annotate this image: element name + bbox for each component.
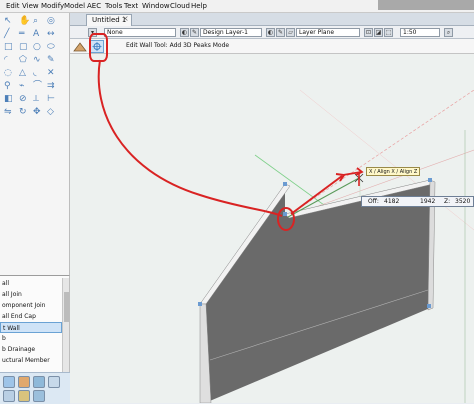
freehand-tool-icon[interactable]: ✎ (47, 55, 58, 65)
wall-edit-mode-icon[interactable] (73, 40, 87, 53)
list-item[interactable]: all End Cap (0, 311, 62, 322)
layer-edit-icon[interactable]: ✎ (276, 28, 285, 37)
menu-cloud[interactable]: Cloud (170, 2, 190, 10)
resource-panel: all all Join omponent Join all End Cap t… (0, 275, 70, 404)
door-style-icon[interactable] (3, 390, 15, 402)
menu-tools[interactable]: Tools (105, 2, 122, 10)
fillet-tool-icon[interactable]: ⌒ (33, 81, 44, 91)
layer-visibility-icon[interactable]: ◐ (266, 28, 275, 37)
offset-value: 4182 (384, 198, 400, 205)
title-bar-block (378, 0, 474, 10)
menu-window[interactable]: Window (142, 2, 170, 10)
z-value: 3520 (455, 198, 471, 205)
list-item[interactable]: all Join (0, 289, 62, 300)
view-bar: ▾ None ◐ ✎ Design Layer-1 ◐ ✎ ▱ Layer Pl… (70, 26, 474, 39)
trim-tool-icon[interactable]: ⟂ (33, 94, 44, 104)
mode-hint-text: Edit Wall Tool: Add 3D Peaks Mode (126, 42, 230, 49)
projection-icon[interactable]: ⬚ (384, 28, 393, 37)
stair-style-icon[interactable] (48, 376, 60, 388)
document-tab-bar: Untitled 1 × (70, 13, 474, 26)
roof-style-icon[interactable] (33, 376, 45, 388)
oval-tool-icon[interactable]: ⬭ (47, 42, 58, 52)
list-item-selected[interactable]: t Wall (0, 322, 62, 333)
class-visibility-icon[interactable]: ◐ (180, 28, 189, 37)
list-item[interactable]: all (0, 278, 62, 289)
offset-label: Off: (368, 198, 379, 205)
scale-select[interactable]: 1:50 (400, 28, 440, 37)
move-tool-icon[interactable]: ✥ (33, 107, 44, 117)
text-tool-icon[interactable]: A (33, 29, 44, 39)
rectangle-tool-icon[interactable]: □ (4, 42, 15, 52)
class-edit-icon[interactable]: ✎ (190, 28, 199, 37)
class-options-icon[interactable]: ▾ (88, 28, 97, 37)
dimension-tool-icon[interactable]: ↔ (47, 29, 58, 39)
scrollbar-thumb[interactable] (64, 292, 69, 322)
menu-text[interactable]: Text (124, 2, 138, 10)
menu-bar: Edit View Modify Model AEC Tools Text Wi… (0, 0, 474, 13)
triangle-tool-icon[interactable]: △ (19, 68, 30, 78)
resource-icon-strip (0, 372, 70, 404)
quarter-arc-tool-icon[interactable]: ◟ (33, 68, 44, 78)
list-item[interactable]: b Drainage (0, 344, 62, 355)
add-3d-peaks-mode-icon[interactable] (90, 40, 104, 53)
view-options-icon[interactable]: ⊡ (364, 28, 373, 37)
offset-tool-icon[interactable]: ⇉ (47, 81, 58, 91)
list-item[interactable]: omponent Join (0, 300, 62, 311)
connect-tool-icon[interactable]: ⊢ (47, 94, 58, 104)
menu-help[interactable]: Help (191, 2, 207, 10)
tool-palette: ↖ ✋ ⌕ ◎ ╱ ═ A ↔ □ ▢ ○ ⬭ ◜ ⬠ ∿ ✎ ◌ △ ◟ ✕ … (0, 13, 70, 275)
rotate-tool-icon[interactable]: ↻ (19, 107, 30, 117)
class-select[interactable]: None (104, 28, 176, 37)
list-item[interactable]: uctural Member (0, 355, 62, 366)
wall-style-icon[interactable] (3, 376, 15, 388)
slab-style-icon[interactable] (18, 376, 30, 388)
zoom-options-icon[interactable]: ⌕ (444, 28, 453, 37)
wall-edit-mode-glyph (73, 42, 87, 52)
drawing-canvas[interactable] (70, 54, 474, 403)
zoom-tool-icon[interactable]: ⌕ (33, 16, 44, 26)
z-label: Z: (444, 198, 451, 205)
arc-tool-icon[interactable]: ◜ (4, 55, 15, 65)
double-line-tool-icon[interactable]: ═ (19, 29, 30, 39)
plane-icon[interactable]: ▱ (286, 28, 295, 37)
menu-aec[interactable]: AEC (87, 2, 101, 10)
attribute-tool-icon[interactable]: ⌁ (19, 81, 30, 91)
line-tool-icon[interactable]: ╱ (4, 29, 15, 39)
menu-modify[interactable]: Modify (41, 2, 64, 10)
rounded-rect-tool-icon[interactable]: ▢ (19, 42, 30, 52)
pan-tool-icon[interactable]: ✋ (19, 16, 30, 26)
polyline-tool-icon[interactable]: ∿ (33, 55, 44, 65)
reshape-tool-icon[interactable]: ◇ (47, 107, 58, 117)
circle-tool-icon[interactable]: ○ (33, 42, 44, 52)
locus-tool-icon[interactable]: ✕ (47, 68, 58, 78)
layer-select[interactable]: Design Layer-1 (200, 28, 262, 37)
spiral-tool-icon[interactable]: ◌ (4, 68, 15, 78)
window-style-icon[interactable] (18, 390, 30, 402)
render-mode-icon[interactable]: ◪ (374, 28, 383, 37)
second-value: 1942 (420, 198, 436, 205)
polygon-tool-icon[interactable]: ⬠ (19, 55, 30, 65)
menu-model[interactable]: Model (64, 2, 85, 10)
plane-select[interactable]: Layer Plane (296, 28, 360, 37)
column-style-icon[interactable] (33, 390, 45, 402)
resource-scrollbar[interactable] (62, 278, 69, 373)
eyedropper-tool-icon[interactable]: ⚲ (4, 81, 15, 91)
alignment-tooltip: X / Align X / Align Z (366, 167, 421, 176)
clip-tool-icon[interactable]: ◧ (4, 94, 15, 104)
split-tool-icon[interactable]: ⊘ (19, 94, 30, 104)
selection-tool-icon[interactable]: ↖ (4, 16, 15, 26)
flyover-tool-icon[interactable]: ◎ (47, 16, 58, 26)
add-peaks-glyph (92, 42, 102, 51)
tab-close-icon[interactable]: × (122, 14, 129, 23)
tool-mode-bar: Edit Wall Tool: Add 3D Peaks Mode (70, 39, 474, 54)
mirror-tool-icon[interactable]: ⇋ (4, 107, 15, 117)
list-item[interactable]: b (0, 333, 62, 344)
coordinate-readout: Off: 4182 1942 Z: 3520 (361, 196, 474, 207)
menu-view[interactable]: View (22, 2, 39, 10)
menu-edit[interactable]: Edit (6, 2, 20, 10)
